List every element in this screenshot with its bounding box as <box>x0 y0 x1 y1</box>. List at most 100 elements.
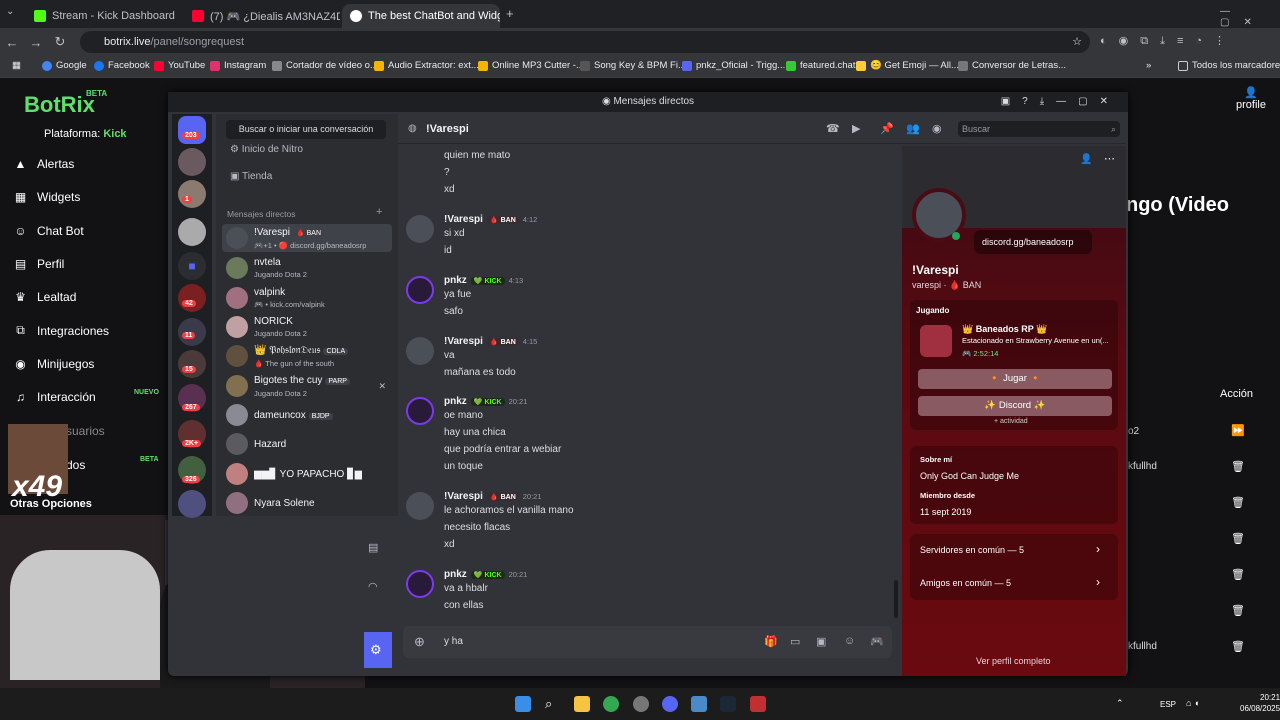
message-author[interactable]: !Varespi 🩸 BAN 4:12 <box>444 214 537 225</box>
otras-opciones[interactable]: Otras Opciones <box>10 498 92 510</box>
message-avatar[interactable] <box>406 337 434 365</box>
app-icon[interactable] <box>633 696 649 712</box>
discord-link-button[interactable]: ✨ Discord ✨ <box>918 396 1112 416</box>
bookmark-mp3[interactable]: Online MP3 Cutter -... <box>478 60 584 71</box>
tab-youtube[interactable]: (7) 🎮 ¿Diealis AM3NAZ4DO? 🔇 ✕ <box>184 4 340 28</box>
bookmark-songkey[interactable]: Song Key & BPM Fi... <box>580 60 686 71</box>
chrome-icon[interactable] <box>603 696 619 712</box>
more-icon[interactable]: ⋯ <box>1104 152 1115 165</box>
chat-scrollbar[interactable] <box>894 580 898 618</box>
dm-row[interactable]: Hazard <box>222 430 392 458</box>
window-controls[interactable]: —▢✕ <box>1220 6 1280 28</box>
chat-search-input[interactable]: Buscar ⌕ <box>958 121 1120 137</box>
bookmark-instagram[interactable]: Instagram <box>210 60 266 71</box>
tab-search-icon[interactable]: ⌄ <box>6 6 14 17</box>
server-icon[interactable] <box>178 218 206 246</box>
discord-taskbar-icon[interactable] <box>662 696 678 712</box>
dm-row[interactable]: NORICK Jugando Dota 2 <box>222 313 392 341</box>
trash-icon[interactable]: 🗑 <box>1231 460 1245 473</box>
nav-perfil[interactable]: ▤ Perfil <box>14 257 65 271</box>
nav-widgets[interactable]: ▦ Widgets <box>14 190 81 204</box>
botrix-logo[interactable]: BotRix <box>24 92 95 118</box>
window-controls[interactable]: ▣?⤓—▢✕ <box>1001 92 1120 112</box>
dm-row[interactable]: Bigotes the cuy PARP Jugando Dota 2 ✕ <box>222 372 392 400</box>
tray-chevron-icon[interactable]: ⌃ <box>1116 698 1124 709</box>
apps-icon[interactable]: ▦ <box>12 60 21 71</box>
play-button[interactable]: 🔸 Jugar 🔸 <box>918 369 1112 389</box>
nav-alertas[interactable]: ▲ Alertas <box>14 157 75 171</box>
dm-row[interactable]: nvtela Jugando Dota 2 <box>222 254 392 282</box>
extensions-icons[interactable]: ◐◉⧉⤓≡◔⋮ <box>1100 34 1237 48</box>
bookmark-cortador[interactable]: Cortador de vídeo o... <box>272 60 378 71</box>
bookmark-emoji[interactable]: 😊 Get Emoji — All... <box>856 60 959 71</box>
video-icon[interactable]: ▶ <box>852 122 860 135</box>
start-icon[interactable] <box>515 696 531 712</box>
nav-partial[interactable]: dos <box>66 458 85 472</box>
trash-icon[interactable]: 🗑 <box>1231 568 1245 581</box>
server-icon[interactable] <box>178 284 206 312</box>
bookmark-youtube[interactable]: YouTube <box>154 60 205 71</box>
dm-home-icon[interactable] <box>178 116 206 144</box>
message-author[interactable]: pnkz 💚 KICK 20:21 <box>444 569 527 580</box>
gif-icon[interactable]: ▭ <box>790 635 800 648</box>
search-conversation-button[interactable]: Buscar o iniciar una conversación <box>226 120 386 139</box>
store-link[interactable]: ▣ Tienda <box>230 171 272 182</box>
dm-row[interactable]: valpink 🎮 • kick.com/valpink <box>222 284 392 312</box>
view-full-profile[interactable]: Ver perfil completo <box>976 656 1051 666</box>
url-field[interactable]: botrix.live/panel/songrequest ☆ <box>80 31 1090 53</box>
message-avatar[interactable] <box>406 570 434 598</box>
message-avatar[interactable] <box>406 492 434 520</box>
add-friend-icon[interactable]: 👥 <box>906 122 920 135</box>
message-input[interactable]: y ha <box>444 636 463 647</box>
add-friend-icon[interactable]: 👤 <box>1080 154 1092 165</box>
nitro-link[interactable]: ⚙ Inicio de Nitro <box>230 144 303 155</box>
notepad-icon[interactable] <box>691 696 707 712</box>
bookmark-facebook[interactable]: Facebook <box>94 60 150 71</box>
message-author[interactable]: pnkz 💚 KICK 20:21 <box>444 396 527 407</box>
bookmark-star-icon[interactable]: ☆ <box>1072 35 1082 48</box>
message-avatar[interactable] <box>406 397 434 425</box>
network-volume-icons[interactable]: ⌂ ◖ <box>1186 698 1199 708</box>
message-avatar[interactable] <box>406 215 434 243</box>
back-icon[interactable]: ← <box>0 35 24 50</box>
folder-icon[interactable]: ■ <box>178 252 206 280</box>
close-dm-icon[interactable]: ✕ <box>378 381 386 392</box>
tab-kick-dashboard[interactable]: Stream - Kick Dashboard ✕ <box>26 4 182 28</box>
search-icon[interactable]: ⌕ <box>545 696 561 712</box>
call-icon[interactable]: ☎ <box>826 122 840 135</box>
dm-row[interactable]: ▆▆▊ YO PAPACHO ▊▆ <box>222 460 392 488</box>
message-author[interactable]: pnkz 💚 KICK 4:13 <box>444 275 523 286</box>
trash-icon[interactable]: 🗑 <box>1231 496 1245 509</box>
message-author[interactable]: !Varespi 🩸 BAN 20:21 <box>444 491 542 502</box>
nav-lealtad[interactable]: ♛ Lealtad <box>14 290 76 304</box>
bookmark-google[interactable]: Google <box>42 60 87 71</box>
server-icon[interactable] <box>178 148 206 176</box>
message-author[interactable]: !Varespi 🩸 BAN 4:15 <box>444 336 537 347</box>
bookmark-audio[interactable]: Audio Extractor: ext... <box>374 60 479 71</box>
pin-icon[interactable]: 📌 <box>880 122 894 135</box>
nav-interaccion[interactable]: ♫ Interacción <box>14 390 96 404</box>
profile-button[interactable]: 👤 profile <box>1236 86 1266 111</box>
dm-row[interactable]: 👑 𝔓𝔬𝔥𝔰𝔩𝔬𝔫𝔇𝔢𝔲𝔰 CDLA 🩸 The gun of the south <box>222 342 392 370</box>
chat-bubble-icon[interactable]: ▤ <box>368 541 378 554</box>
skip-icon[interactable]: ⏩ <box>1231 424 1245 437</box>
activities-icon[interactable]: 🎮 <box>870 635 884 648</box>
mutual-friends[interactable]: Amigos en común — 5 <box>920 578 1011 588</box>
app-icon[interactable] <box>750 696 766 712</box>
more-activity[interactable]: + actividad <box>994 418 1028 425</box>
user-profile-icon[interactable]: ◉ <box>932 122 942 135</box>
clock[interactable]: 20:21 06/08/2025 <box>1240 692 1280 714</box>
nav-minijuegos[interactable]: ◉ Minijuegos <box>14 357 94 371</box>
nav-chatbot[interactable]: ☺ Chat Bot <box>14 224 83 238</box>
bookmark-pnkz[interactable]: pnkz_Oficial - Trigg... <box>682 60 785 71</box>
add-attachment-icon[interactable]: ⊕ <box>414 634 425 650</box>
message-avatar[interactable] <box>406 276 434 304</box>
bookmark-conversor[interactable]: Conversor de Letras... <box>958 60 1066 71</box>
bookmark-featured[interactable]: featured.chat <box>786 60 855 71</box>
new-tab-icon[interactable]: + <box>506 6 514 21</box>
nav-usuarios-partial[interactable]: suarios <box>66 424 105 438</box>
dm-row[interactable]: !Varespi 🩸 BAN 🎮+1 • 🔴 discord.gg/baneados… <box>222 224 392 252</box>
server-icon[interactable] <box>178 180 206 208</box>
dm-row[interactable]: dameuncox BJDP <box>222 401 392 429</box>
emoji-icon[interactable]: ☺ <box>844 635 855 647</box>
